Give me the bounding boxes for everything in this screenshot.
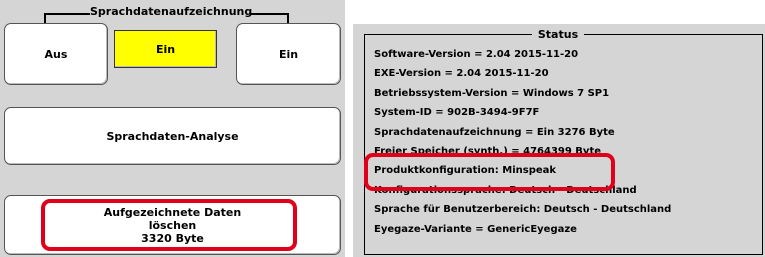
status-line: Sprache für Benutzerbereich: Deutsch - D… [374,204,672,216]
status-line: System-ID = 902B-3494-9F7F [374,107,540,119]
speech-data-analysis-label: Sprachdaten-Analyse [106,129,239,143]
recording-on-label: Ein [278,47,299,61]
recording-group-title: Sprachdatenaufzeichnung [90,5,253,19]
delete-button-highlight [41,199,297,251]
speech-data-analysis-button[interactable]: Sprachdaten-Analyse [4,107,341,165]
recording-off-label: Aus [44,47,68,61]
status-line: Sprachdatenaufzeichnung = Ein 3276 Byte [374,126,615,138]
recording-on-button[interactable]: Ein [236,23,341,85]
config-language-highlight [364,153,615,191]
status-line: Eyegaze-Variante = GenericEyegaze [374,223,577,235]
status-title: Status [532,28,584,41]
recording-on-active-label: Ein [155,42,176,56]
status-line: EXE-Version = 2.04 2015-11-20 [374,68,549,80]
recording-off-button[interactable]: Aus [4,23,108,85]
status-line: Software-Version = 2.04 2015-11-20 [374,49,579,60]
status-line: Betriebssystem-Version = Windows 7 SP1 [374,87,610,99]
recording-on-button-active[interactable]: Ein [114,30,217,68]
status-list: Software-Version = 2.04 2015-11-20 EXE-V… [374,45,671,239]
